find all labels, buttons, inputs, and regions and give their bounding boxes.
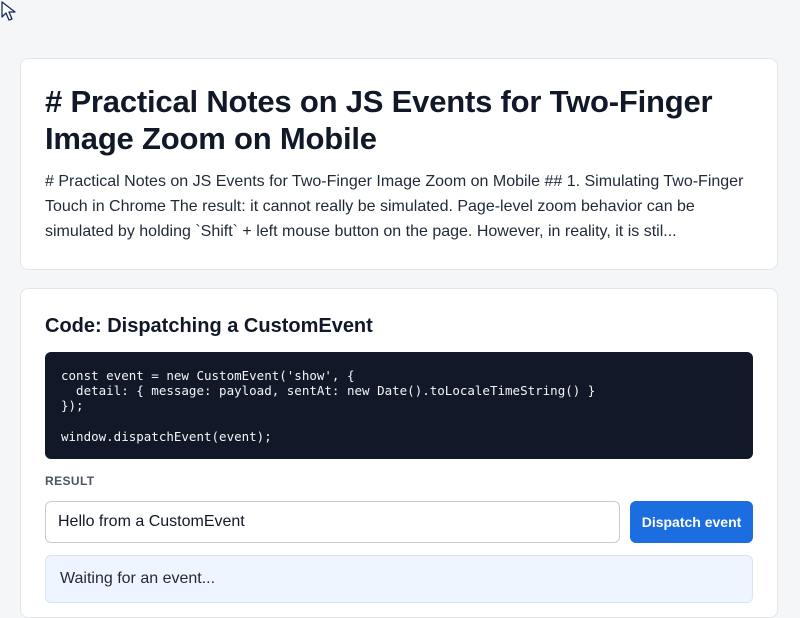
event-output: Waiting for an event... bbox=[45, 555, 753, 603]
article-excerpt: # Practical Notes on JS Events for Two-F… bbox=[45, 173, 744, 240]
mouse-pointer-icon bbox=[1, 1, 16, 21]
input-row: Dispatch event bbox=[45, 501, 753, 543]
page-title: # Practical Notes on JS Events for Two-F… bbox=[45, 84, 713, 156]
code-block: const event = new CustomEvent('show', { … bbox=[45, 352, 753, 459]
dispatch-event-button[interactable]: Dispatch event bbox=[630, 501, 753, 543]
message-input[interactable] bbox=[45, 501, 620, 543]
section-heading: Code: Dispatching a CustomEvent bbox=[45, 315, 373, 337]
code-snippet: const event = new CustomEvent('show', { … bbox=[61, 368, 596, 444]
result-label: RESULT bbox=[45, 474, 95, 488]
article-intro-card: # Practical Notes on JS Events for Two-F… bbox=[20, 58, 778, 270]
code-demo-card: Code: Dispatching a CustomEvent const ev… bbox=[20, 288, 778, 618]
